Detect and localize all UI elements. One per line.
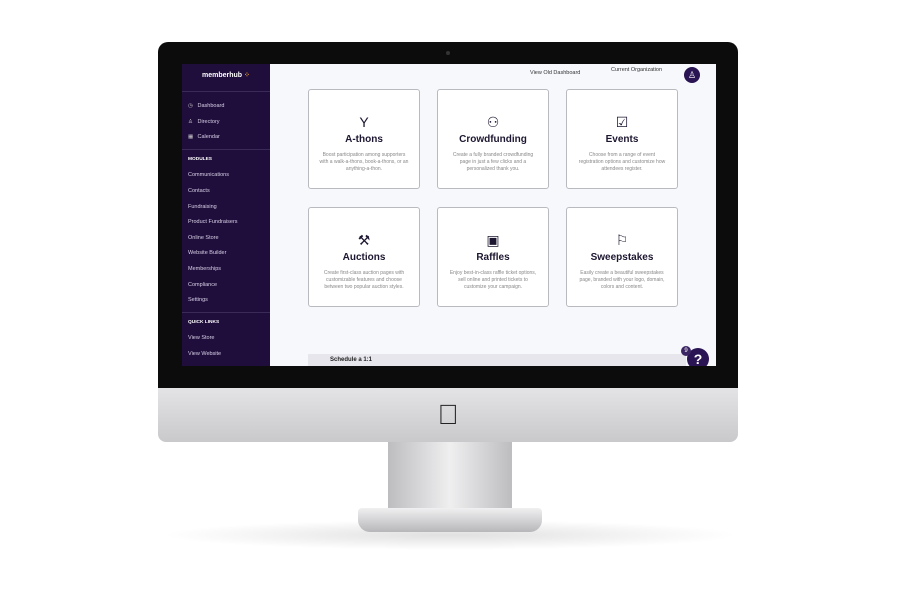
card-description: Create a fully branded crowdfunding page… xyxy=(452,152,534,172)
card-description: Enjoy best-in-class raffle ticket option… xyxy=(449,270,537,290)
card-description: Choose from a range of event registratio… xyxy=(578,152,666,172)
card-title: Auctions xyxy=(342,252,386,263)
screen: memberhub ⁘ ◷ Dashboard ♙ Directory ▦ Ca… xyxy=(182,64,716,366)
card-title: Crowdfunding xyxy=(459,134,527,145)
user-avatar-icon[interactable]: ♙ xyxy=(684,67,700,83)
users-icon: ♙ xyxy=(188,119,193,125)
card-title: Raffles xyxy=(476,252,510,263)
view-old-dashboard-link[interactable]: View Old Dashboard xyxy=(530,70,580,76)
sidebar-item-view-store[interactable]: View Store xyxy=(188,335,215,341)
card-crowdfunding[interactable]: ⚇ Crowdfunding Create a fully branded cr… xyxy=(437,89,549,189)
calendar-icon: ▦ xyxy=(188,134,194,140)
card-sweepstakes[interactable]: ⚐ Sweepstakes Easily create a beautiful … xyxy=(566,207,678,307)
sidebar-item-fundraising[interactable]: Fundraising xyxy=(188,204,217,210)
sidebar-item-settings[interactable]: Settings xyxy=(188,297,208,303)
logo: memberhub ⁘ xyxy=(202,72,250,79)
card-events[interactable]: ☑ Events Choose from a range of event re… xyxy=(566,89,678,189)
current-organization-selector[interactable]: Current Organization xyxy=(611,67,662,73)
sidebar-item-directory[interactable]: ♙ Directory xyxy=(188,119,220,125)
card-description: Easily create a beautiful sweepstakes pa… xyxy=(579,270,665,290)
sidebar-item-online-store[interactable]: Online Store xyxy=(188,235,219,241)
sidebar-item-communications[interactable]: Communications xyxy=(188,172,229,178)
card-description: Create first-class auction pages with cu… xyxy=(323,270,405,290)
sidebar: memberhub ⁘ ◷ Dashboard ♙ Directory ▦ Ca… xyxy=(182,64,270,366)
dashboard-icon: ◷ xyxy=(188,103,193,109)
calendar-check-icon: ☑ xyxy=(615,114,629,130)
topbar: View Old Dashboard Current Organization xyxy=(270,64,716,84)
card-title: Sweepstakes xyxy=(590,252,654,263)
camera xyxy=(446,51,450,55)
card-raffles[interactable]: ▣ Raffles Enjoy best-in-class raffle tic… xyxy=(437,207,549,307)
monitor-stand xyxy=(388,442,512,512)
sidebar-item-memberships[interactable]: Memberships xyxy=(188,266,221,272)
card-description: Boost participation among supporters wit… xyxy=(319,152,409,172)
athlete-icon: Y xyxy=(359,114,369,130)
ticket-icon: ▣ xyxy=(486,232,500,248)
modules-heading: MODULES xyxy=(188,157,212,162)
quick-links-heading: QUICK LINKS xyxy=(188,320,220,325)
divider xyxy=(182,91,270,92)
sidebar-item-view-website[interactable]: View Website xyxy=(188,351,221,357)
crowd-icon: ⚇ xyxy=(486,114,500,130)
sidebar-item-product-fundraisers[interactable]: Product Fundraisers xyxy=(188,219,238,225)
card-athons[interactable]: Y A-thons Boost participation among supp… xyxy=(308,89,420,189)
gavel-icon: ⚒ xyxy=(357,232,371,248)
card-auctions[interactable]: ⚒ Auctions Create first-class auction pa… xyxy=(308,207,420,307)
notification-badge: 9 xyxy=(681,346,691,356)
monitor-foot xyxy=(358,508,542,532)
apple-logo-icon:  xyxy=(436,400,460,430)
card-title: Events xyxy=(605,134,639,145)
divider xyxy=(182,149,270,150)
schedule-banner[interactable]: Schedule a 1:1 xyxy=(308,354,686,366)
card-title: A-thons xyxy=(345,134,383,145)
sidebar-item-dashboard[interactable]: ◷ Dashboard xyxy=(188,103,224,109)
schedule-label: Schedule a 1:1 xyxy=(330,357,373,363)
sidebar-item-contacts[interactable]: Contacts xyxy=(188,188,210,194)
divider xyxy=(182,312,270,313)
sidebar-item-calendar[interactable]: ▦ Calendar xyxy=(188,134,220,140)
sidebar-item-website-builder[interactable]: Website Builder xyxy=(188,250,226,256)
sidebar-item-compliance[interactable]: Compliance xyxy=(188,282,217,288)
flag-icon: ⚐ xyxy=(615,232,629,248)
